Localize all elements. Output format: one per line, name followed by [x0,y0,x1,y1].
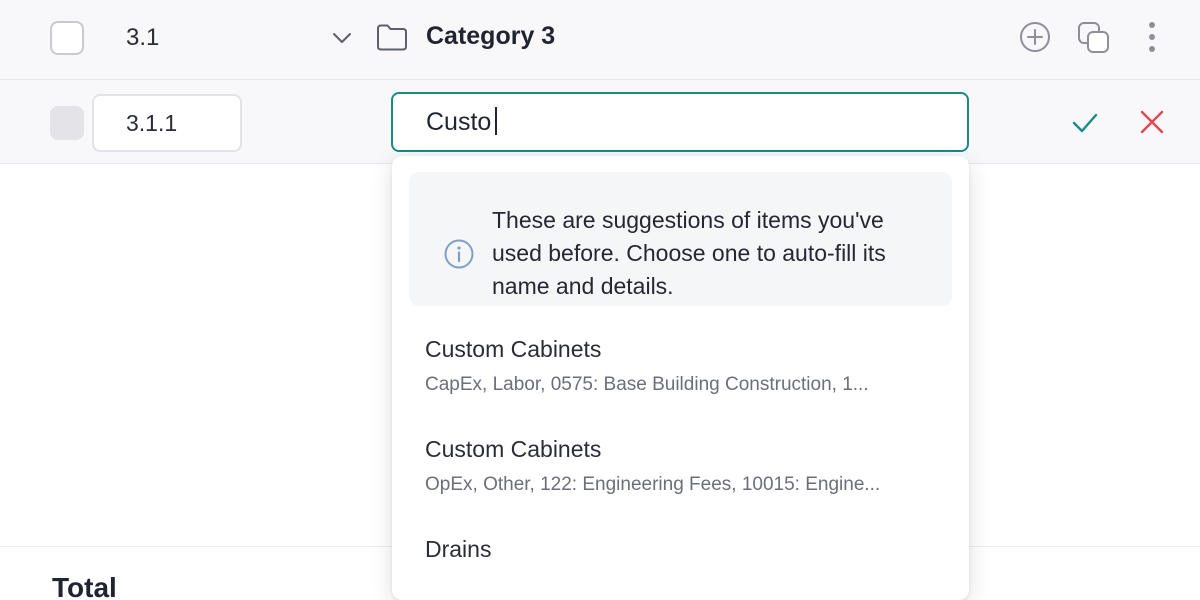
item-name-input[interactable]: Custo [391,92,969,152]
item-name-value: Custo [426,108,492,136]
close-icon[interactable] [1138,108,1166,136]
suggestion-title: Custom Cabinets [425,336,602,362]
suggestions-dropdown: These are suggestions of items you've us… [392,156,969,600]
suggestion-detail: CapEx, Labor, 0575: Base Building Constr… [425,374,869,395]
chevron-down-icon[interactable] [330,26,354,50]
suggestion-item[interactable]: Custom Cabinets OpEx, Other, 122: Engine… [392,416,969,512]
total-label: Total [52,572,117,600]
item-code-input[interactable]: 3.1.1 [92,94,242,152]
suggestion-title: Drains [425,536,492,562]
suggestions-info-text: These are suggestions of items you've us… [492,207,886,299]
suggestion-detail: OpEx, Other, 122: Engineering Fees, 1001… [425,474,881,495]
info-icon [444,239,474,269]
category-code: 3.1 [126,24,160,51]
item-code-value: 3.1.1 [126,110,178,136]
category-row: 3.1 Category 3 [0,0,1200,80]
duplicate-icon[interactable] [1076,20,1112,56]
item-checkbox-disabled [50,106,84,140]
suggestions-info-box: These are suggestions of items you've us… [409,172,952,306]
suggestion-item[interactable]: Custom Cabinets CapEx, Labor, 0575: Base… [392,316,969,412]
check-icon[interactable] [1070,108,1100,138]
folder-icon [377,24,407,51]
add-circle-icon[interactable] [1018,20,1052,54]
more-vertical-icon[interactable] [1138,20,1166,54]
suggestion-title: Custom Cabinets [425,436,602,462]
page: 3.1 Category 3 3.1.1 Custo Total These a… [0,0,1200,600]
edit-row: 3.1.1 Custo [0,80,1200,164]
category-name: Category 3 [426,22,556,50]
suggestion-item[interactable]: Drains [392,516,969,600]
category-checkbox[interactable] [50,21,84,55]
text-caret [495,107,498,136]
